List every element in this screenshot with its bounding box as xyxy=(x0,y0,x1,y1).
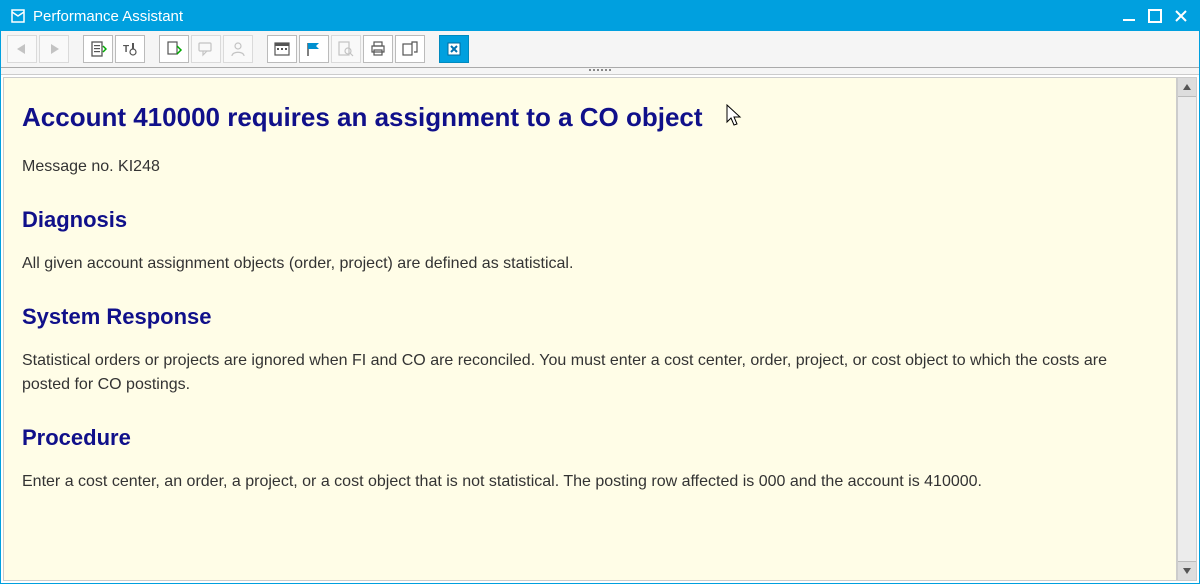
svg-text:T: T xyxy=(123,44,129,55)
window-title: Performance Assistant xyxy=(33,8,1119,25)
window-controls xyxy=(1119,7,1191,25)
message-title: Account 410000 requires an assignment to… xyxy=(22,98,1158,137)
message-number: Message no. KI248 xyxy=(22,155,1158,179)
help-content: Account 410000 requires an assignment to… xyxy=(3,77,1177,581)
diagnosis-heading: Diagnosis xyxy=(22,203,1158,236)
grip-handle[interactable] xyxy=(1,68,1199,75)
forward-button[interactable] xyxy=(39,35,69,63)
technical-info-button[interactable]: T xyxy=(115,35,145,63)
content-area: Account 410000 requires an assignment to… xyxy=(1,75,1199,583)
chat-button[interactable] xyxy=(191,35,221,63)
minimize-button[interactable] xyxy=(1119,7,1139,25)
close-help-button[interactable] xyxy=(439,35,469,63)
date-button[interactable] xyxy=(267,35,297,63)
flag-button[interactable] xyxy=(299,35,329,63)
toolbar: T xyxy=(1,31,1199,68)
back-button[interactable] xyxy=(7,35,37,63)
scroll-track[interactable] xyxy=(1178,97,1196,561)
search-doc-button[interactable] xyxy=(331,35,361,63)
scroll-up-button[interactable] xyxy=(1178,78,1196,97)
vertical-scrollbar[interactable] xyxy=(1177,77,1197,581)
close-button[interactable] xyxy=(1171,7,1191,25)
diagnosis-text: All given account assignment objects (or… xyxy=(22,252,1158,276)
link-button[interactable] xyxy=(395,35,425,63)
system-response-text: Statistical orders or projects are ignor… xyxy=(22,349,1158,397)
print-button[interactable] xyxy=(363,35,393,63)
system-response-heading: System Response xyxy=(22,300,1158,333)
performance-assistant-window: Performance Assistant xyxy=(0,0,1200,584)
app-icon xyxy=(9,7,27,25)
procedure-heading: Procedure xyxy=(22,421,1158,454)
export-button[interactable] xyxy=(159,35,189,63)
maximize-button[interactable] xyxy=(1145,7,1165,25)
scroll-down-button[interactable] xyxy=(1178,561,1196,580)
titlebar: Performance Assistant xyxy=(1,1,1199,31)
procedure-text: Enter a cost center, an order, a project… xyxy=(22,470,1158,494)
user-button[interactable] xyxy=(223,35,253,63)
document-button[interactable] xyxy=(83,35,113,63)
